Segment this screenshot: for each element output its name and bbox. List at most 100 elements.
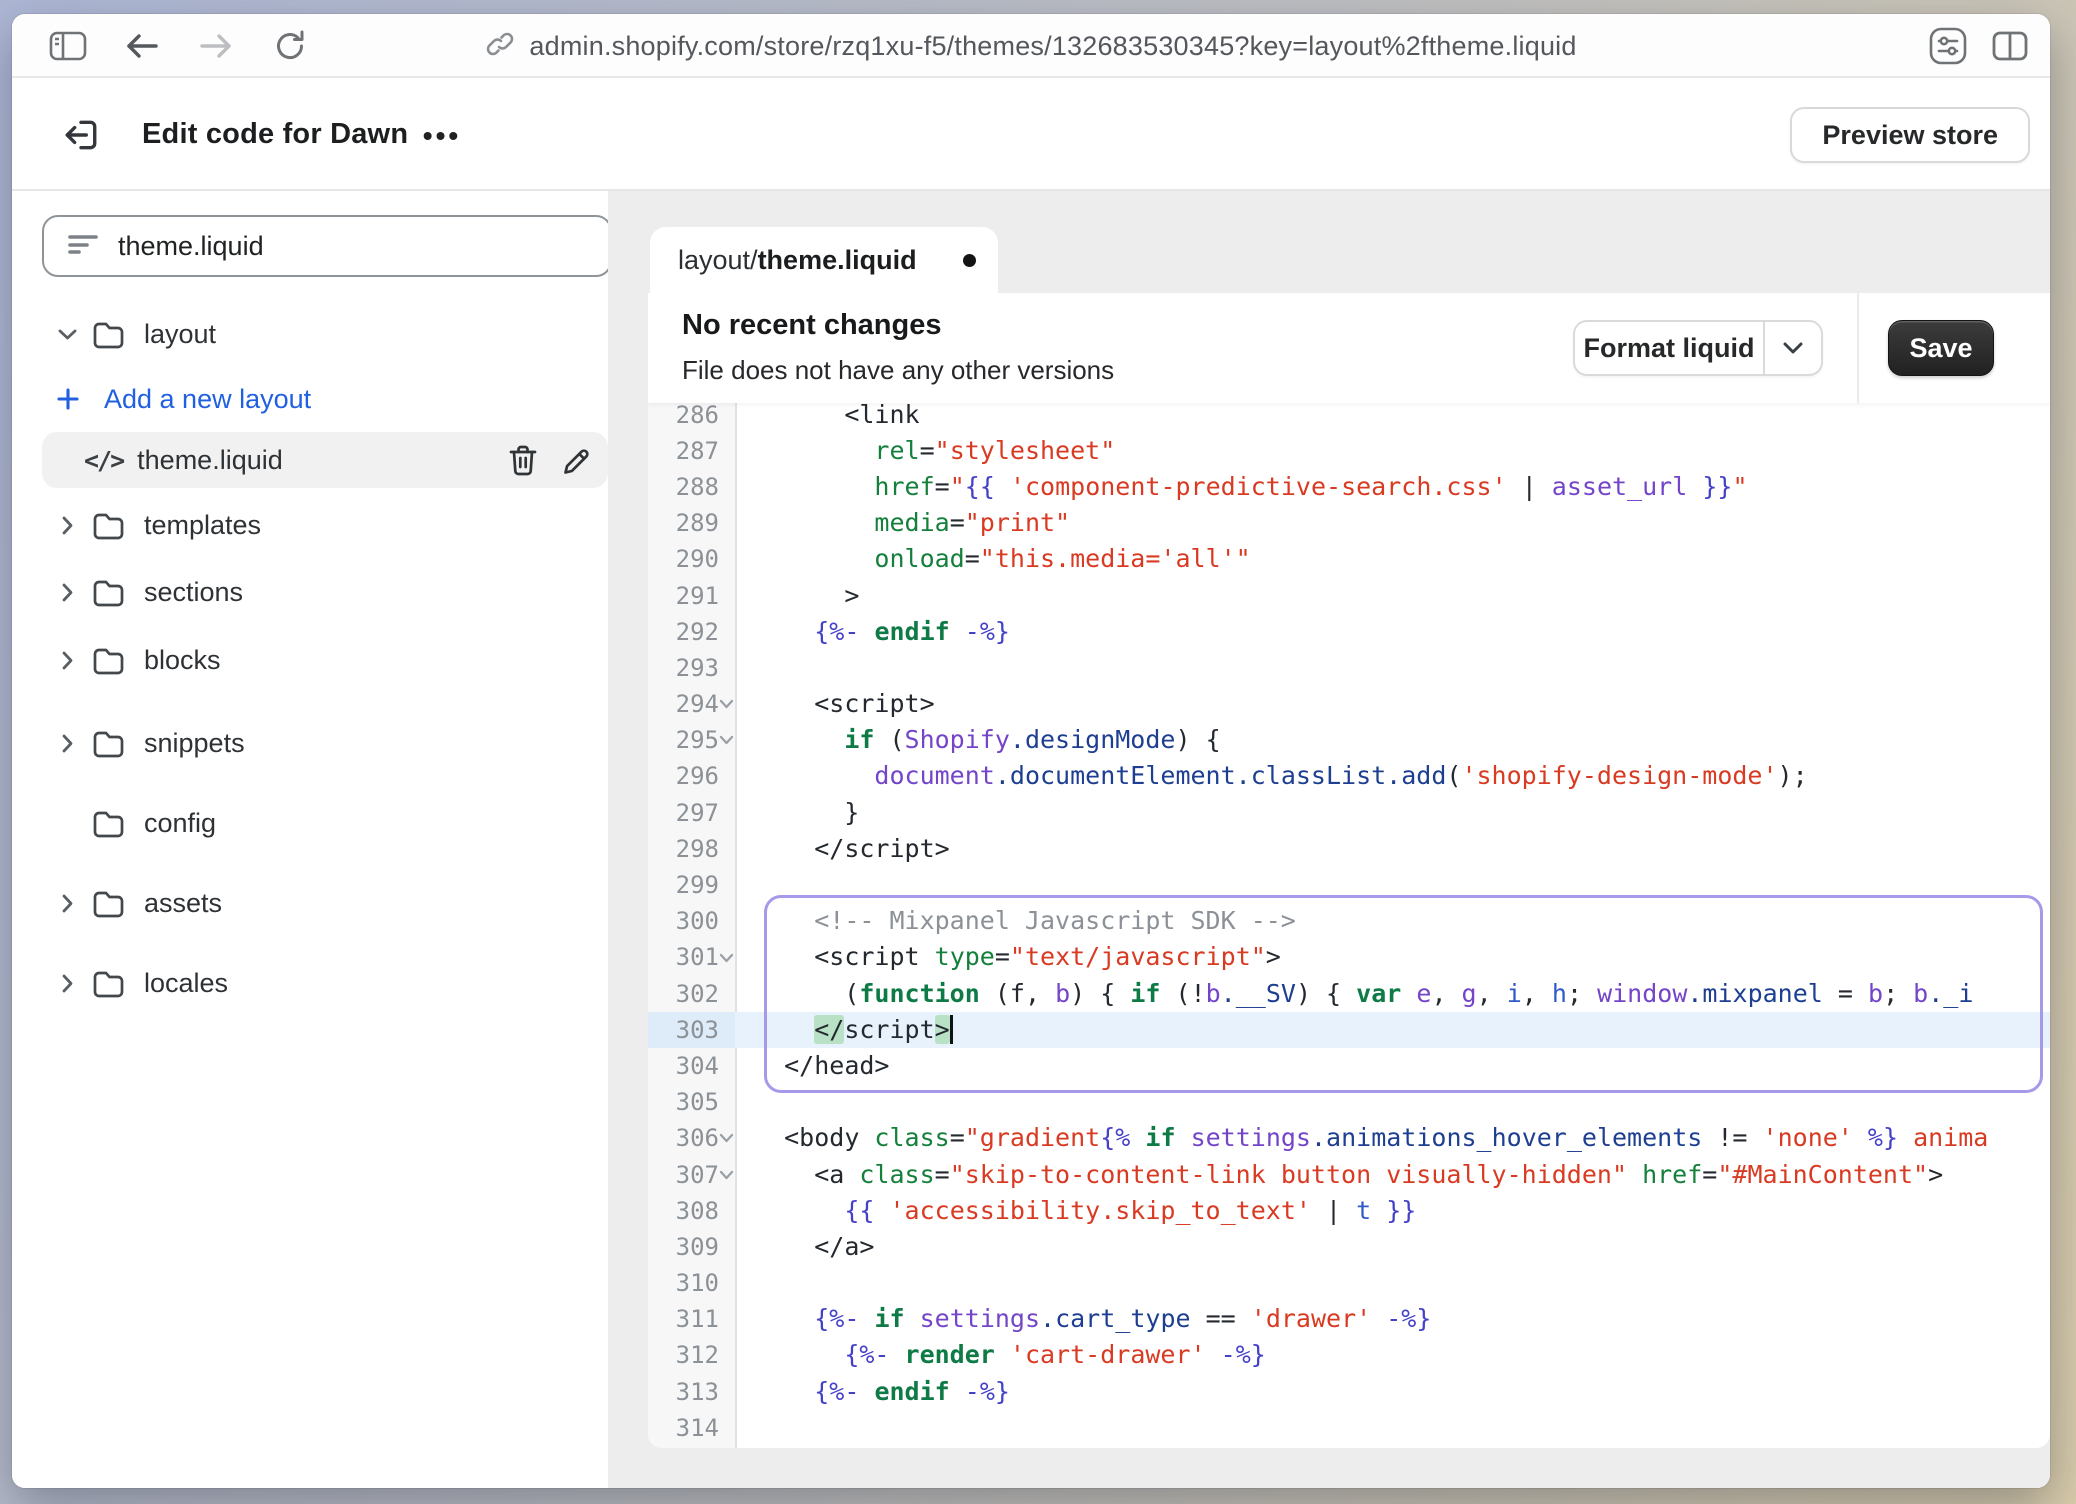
address-bar[interactable]: admin.shopify.com/store/rzq1xu-f5/themes… (12, 14, 2050, 78)
line-number: 298 (648, 831, 735, 867)
sidebar-item-label: sections (144, 577, 243, 608)
code-line-308[interactable]: 308 {{ 'accessibility.skip_to_text' | t … (648, 1193, 2050, 1229)
folder-icon (86, 729, 130, 757)
code-line-314[interactable]: 314 (648, 1410, 2050, 1446)
format-liquid-button[interactable]: Format liquid (1573, 320, 1823, 376)
preview-store-button[interactable]: Preview store (1790, 107, 2030, 163)
code-line-302[interactable]: 302 (function (f, b) { if (!b.__SV) { va… (648, 976, 2050, 1012)
sidebar-item-add-layout[interactable]: Add a new layout (12, 378, 608, 420)
code-line-286[interactable]: 286 <link (648, 403, 2050, 433)
fold-chevron-icon[interactable] (719, 1157, 737, 1193)
code-line-301[interactable]: 301 <script type="text/javascript"> (648, 939, 2050, 975)
code-text (735, 867, 2050, 903)
code-line-295[interactable]: 295 if (Shopify.designMode) { (648, 722, 2050, 758)
split-view-icon[interactable] (1982, 14, 2038, 78)
sidebar-item-snippets[interactable]: snippets (12, 722, 608, 764)
code-line-296[interactable]: 296 document.documentElement.classList.a… (648, 758, 2050, 794)
sidebar-item-label: config (144, 808, 216, 839)
fold-chevron-icon[interactable] (719, 686, 737, 722)
browser-toolbar: admin.shopify.com/store/rzq1xu-f5/themes… (12, 14, 2050, 78)
code-editor[interactable]: 286 <link287 rel="stylesheet"288 href="{… (648, 403, 2050, 1448)
chevron-right-icon[interactable] (52, 516, 82, 535)
code-text: </script> (735, 831, 2050, 867)
code-line-298[interactable]: 298 </script> (648, 831, 2050, 867)
file-search-input[interactable]: theme.liquid (42, 215, 612, 277)
save-button[interactable]: Save (1888, 320, 1994, 376)
code-text: rel="stylesheet" (735, 433, 2050, 469)
code-line-300[interactable]: 300 <!-- Mixpanel Javascript SDK --> (648, 903, 2050, 939)
code-line-313[interactable]: 313 {%- endif -%} (648, 1374, 2050, 1410)
code-line-303[interactable]: 303 </script> (648, 1012, 2050, 1048)
line-number: 300 (648, 903, 735, 939)
unsaved-dot-icon (963, 254, 976, 267)
code-text: document.documentElement.classList.add('… (735, 758, 2050, 794)
line-number: 289 (648, 505, 735, 541)
code-line-312[interactable]: 312 {%- render 'cart-drawer' -%} (648, 1337, 2050, 1373)
delete-file-icon[interactable] (500, 437, 546, 483)
chevron-right-icon[interactable] (52, 583, 82, 602)
fold-chevron-icon[interactable] (719, 722, 737, 758)
overflow-menu-button[interactable]: ••• (412, 116, 472, 156)
line-number: 296 (648, 758, 735, 794)
code-line-307[interactable]: 307 <a class="skip-to-content-link butto… (648, 1157, 2050, 1193)
code-line-309[interactable]: 309 </a> (648, 1229, 2050, 1265)
code-line-292[interactable]: 292 {%- endif -%} (648, 614, 2050, 650)
code-line-294[interactable]: 294 <script> (648, 686, 2050, 722)
chevron-right-icon[interactable] (52, 651, 82, 670)
exit-icon[interactable] (53, 107, 109, 163)
code-line-290[interactable]: 290 onload="this.media='all'" (648, 541, 2050, 577)
sidebar-item-locales[interactable]: locales (12, 962, 608, 1004)
code-text: > (735, 578, 2050, 614)
sidebar-item-assets[interactable]: assets (12, 882, 608, 924)
code-line-291[interactable]: 291 > (648, 578, 2050, 614)
code-line-293[interactable]: 293 (648, 650, 2050, 686)
file-sidebar: theme.liquid layoutAdd a new layout</>th… (12, 191, 608, 1488)
sidebar-item-blocks[interactable]: blocks (12, 639, 608, 681)
sidebar-item-theme-liquid[interactable]: </>theme.liquid (42, 432, 608, 488)
tab-theme-liquid[interactable]: layout/theme.liquid (650, 227, 998, 293)
chevron-right-icon[interactable] (52, 894, 82, 913)
code-line-297[interactable]: 297 } (648, 795, 2050, 831)
tab-label: layout/theme.liquid (678, 245, 917, 276)
code-text: media="print" (735, 505, 2050, 541)
folder-icon (86, 809, 130, 837)
chevron-right-icon[interactable] (52, 734, 82, 753)
chevron-down-icon[interactable] (1765, 322, 1821, 374)
sidebar-item-label: layout (144, 319, 216, 350)
format-liquid-label[interactable]: Format liquid (1575, 322, 1765, 374)
line-number: 299 (648, 867, 735, 903)
status-title: No recent changes (682, 309, 941, 342)
code-text: </script> (735, 1012, 2050, 1048)
rename-file-icon[interactable] (554, 437, 600, 483)
chevron-right-icon[interactable] (52, 974, 82, 993)
sidebar-item-templates[interactable]: templates (12, 504, 608, 546)
folder-icon (86, 578, 130, 606)
code-text: <script src="{{ 'global.js' | asset_url … (735, 1446, 2050, 1448)
code-line-299[interactable]: 299 (648, 867, 2050, 903)
line-number: 303 (648, 1012, 735, 1048)
chevron-down-icon[interactable] (52, 328, 82, 341)
sidebar-item-sections[interactable]: sections (12, 571, 608, 613)
code-line-289[interactable]: 289 media="print" (648, 505, 2050, 541)
code-line-310[interactable]: 310 (648, 1265, 2050, 1301)
code-line-311[interactable]: 311 {%- if settings.cart_type == 'drawer… (648, 1301, 2050, 1337)
fold-chevron-icon[interactable] (719, 1120, 737, 1156)
code-panel: No recent changes File does not have any… (648, 293, 2050, 1448)
line-number: 292 (648, 614, 735, 650)
sidebar-item-layout[interactable]: layout (12, 313, 608, 355)
line-number: 294 (648, 686, 735, 722)
code-line-287[interactable]: 287 rel="stylesheet" (648, 433, 2050, 469)
code-line-305[interactable]: 305 (648, 1084, 2050, 1120)
fold-chevron-icon[interactable] (719, 939, 737, 975)
code-line-288[interactable]: 288 href="{{ 'component-predictive-searc… (648, 469, 2050, 505)
code-line-304[interactable]: 304 </head> (648, 1048, 2050, 1084)
code-text: {%- if settings.cart_type == 'drawer' -%… (735, 1301, 2050, 1337)
code-text: <script type="text/javascript"> (735, 939, 2050, 975)
code-text: onload="this.media='all'" (735, 541, 2050, 577)
sidebar-item-config[interactable]: config (12, 802, 608, 844)
extensions-icon[interactable] (1920, 14, 1976, 78)
code-line-315[interactable]: 315 <script src="{{ 'global.js' | asset_… (648, 1446, 2050, 1448)
status-subtitle: File does not have any other versions (682, 355, 1114, 386)
code-line-306[interactable]: 306 <body class="gradient{% if settings.… (648, 1120, 2050, 1156)
line-number: 295 (648, 722, 735, 758)
